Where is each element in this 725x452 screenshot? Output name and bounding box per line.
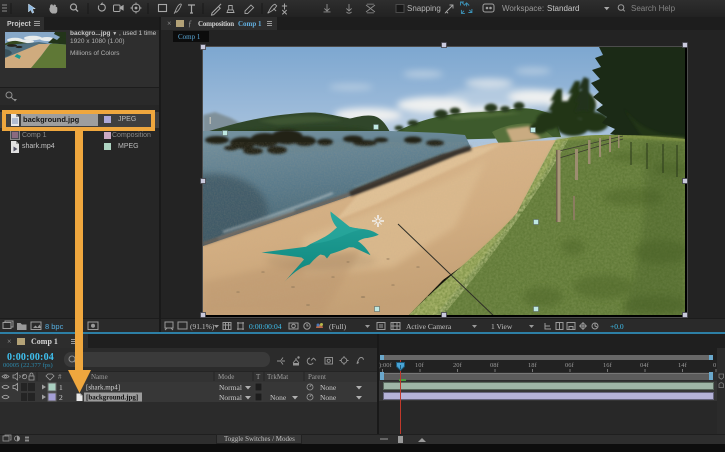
svg-text:16f: 16f bbox=[603, 362, 613, 369]
svg-text:#: # bbox=[58, 373, 62, 381]
svg-text:None: None bbox=[320, 383, 337, 392]
svg-text:0: 0 bbox=[713, 362, 716, 369]
svg-text:0:00:00:04: 0:00:00:04 bbox=[249, 322, 282, 331]
svg-text:Mode: Mode bbox=[218, 373, 234, 381]
svg-text:Active Camera: Active Camera bbox=[406, 322, 452, 331]
svg-text:Standard: Standard bbox=[547, 4, 579, 13]
svg-text:[background.jpg]: [background.jpg] bbox=[86, 394, 138, 402]
svg-text:+0.0: +0.0 bbox=[610, 322, 624, 331]
svg-text:Snapping: Snapping bbox=[407, 4, 441, 13]
svg-text:Name: Name bbox=[91, 373, 108, 381]
svg-text:06f: 06f bbox=[565, 362, 575, 369]
svg-text:TrkMat: TrkMat bbox=[267, 373, 288, 381]
svg-text:14f: 14f bbox=[678, 362, 688, 369]
svg-text:1: 1 bbox=[59, 383, 63, 392]
svg-text:Normal: Normal bbox=[219, 393, 242, 402]
svg-text:):00f: ):00f bbox=[379, 362, 392, 369]
svg-text:Parent: Parent bbox=[308, 373, 326, 381]
svg-text:Workspace:: Workspace: bbox=[502, 4, 544, 13]
svg-text:1 View: 1 View bbox=[491, 322, 513, 331]
svg-text:20f: 20f bbox=[453, 362, 463, 369]
svg-text:Search Help: Search Help bbox=[631, 4, 676, 13]
svg-text:Normal: Normal bbox=[219, 383, 242, 392]
svg-text:None: None bbox=[320, 393, 337, 402]
svg-text:2: 2 bbox=[59, 393, 63, 402]
svg-text:(Full): (Full) bbox=[329, 322, 347, 331]
svg-text:T: T bbox=[256, 373, 261, 381]
svg-text:None: None bbox=[270, 393, 287, 402]
svg-text:(91.1%): (91.1%) bbox=[190, 322, 215, 331]
svg-text:8 bpc: 8 bpc bbox=[45, 322, 64, 331]
svg-text:18f: 18f bbox=[528, 362, 538, 369]
svg-text:08f: 08f bbox=[490, 362, 500, 369]
svg-text:10f: 10f bbox=[415, 362, 425, 369]
svg-text:04f: 04f bbox=[640, 362, 650, 369]
